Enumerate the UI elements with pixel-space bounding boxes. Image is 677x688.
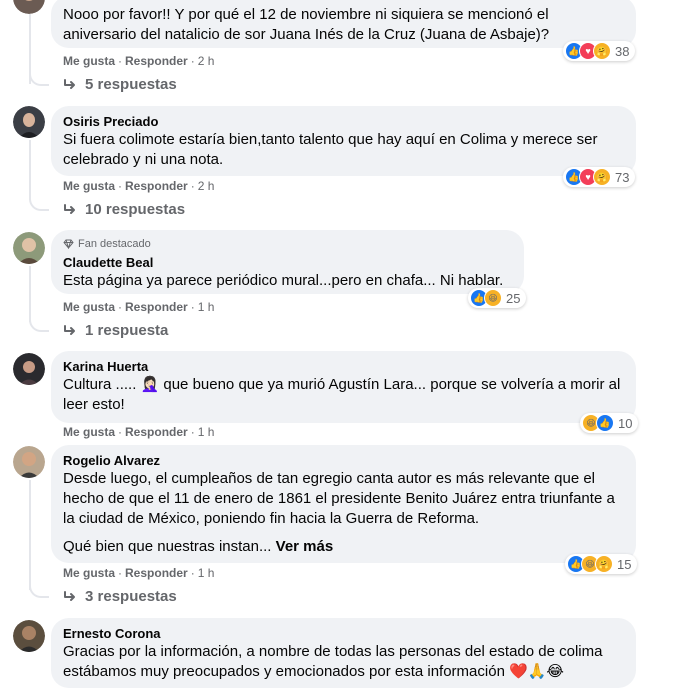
avatar[interactable] [13,232,45,264]
comment-actions: Me gusta · Responder · 2 h [63,178,214,194]
reaction-summary[interactable]: 👍 ♥ 🤗 73 [563,167,636,187]
like-reaction-icon: 👍 [596,414,614,432]
reaction-summary[interactable]: 👍 ♥ 🤗 38 [563,41,636,61]
comment-bubble: Ernesto Corona Gracias por la informació… [51,618,636,688]
view-replies-button[interactable]: 10 respuestas [63,200,185,220]
separator: · [118,179,123,193]
comment-author[interactable]: Osiris Preciado [63,114,624,130]
replies-count-label: 3 respuestas [85,588,177,605]
comment-bubble: Fan destacado Claudette Beal Esta página… [51,230,524,294]
avatar[interactable] [13,446,45,478]
care-reaction-icon: 🤗 [595,555,613,573]
replies-count-label: 10 respuestas [85,201,186,218]
reply-button[interactable]: Responder [125,300,188,314]
reply-arrow-icon [64,79,75,89]
timestamp[interactable]: 2 h [198,179,215,193]
separator: · [190,425,195,439]
comment-actions: Me gusta · Responder · 2 h [63,53,214,69]
comment-text: Desde luego, el cumpleaños de tan egregi… [63,470,615,527]
comment-actions: Me gusta · Responder · 1 h [63,424,214,440]
avatar[interactable] [13,620,45,652]
like-button[interactable]: Me gusta [63,179,115,193]
reaction-summary[interactable]: 👍 😆 🤗 15 [565,554,638,574]
reply-button[interactable]: Responder [125,179,188,193]
comment-actions: Me gusta · Responder · 1 h [63,565,214,581]
reaction-count: 73 [615,169,630,185]
timestamp[interactable]: 2 h [198,54,215,68]
thread-line [29,140,31,200]
fan-badge-label: Fan destacado [78,238,151,250]
thread-curve [29,318,49,332]
timestamp[interactable]: 1 h [198,566,215,580]
reply-arrow-icon [64,204,75,214]
thread-line [29,480,31,590]
separator: · [190,54,195,68]
avatar[interactable] [13,106,45,138]
comment-text: Cultura ..... 🤦🏻‍♀️ que bueno que ya mur… [63,376,621,413]
comment-author[interactable]: Ernesto Corona [63,626,624,642]
separator: · [118,425,123,439]
comment-author[interactable]: Claudette Beal [63,255,512,271]
like-button[interactable]: Me gusta [63,300,115,314]
comment-bubble: Karina Huerta Cultura ..... 🤦🏻‍♀️ que bu… [51,351,636,423]
reaction-count: 38 [615,43,630,59]
separator: · [190,179,195,193]
thread-curve [29,584,49,598]
care-reaction-icon: 🤗 [593,42,611,60]
comment-text: Nooo por favor!! Y por qué el 12 de novi… [63,6,550,43]
comment-text: Si fuera colimote estaría bien,tanto tal… [63,131,598,168]
haha-reaction-icon: 😆 [484,289,502,307]
replies-count-label: 1 respuesta [85,322,169,339]
reply-button[interactable]: Responder [125,425,188,439]
comment-text: Esta página ya parece periódico mural...… [63,272,504,289]
care-reaction-icon: 🤗 [593,168,611,186]
view-replies-button[interactable]: 3 respuestas [63,587,177,607]
separator: · [190,300,195,314]
comment-text: Gracias por la información, a nombre de … [63,643,603,680]
timestamp[interactable]: 1 h [198,300,215,314]
comment-bubble: Rogelio Alvarez Desde luego, el cumpleañ… [51,445,636,563]
reaction-summary[interactable]: 😆 👍 10 [580,413,639,433]
reaction-count: 10 [618,415,633,431]
replies-count-label: 5 respuestas [85,76,177,93]
view-replies-button[interactable]: 5 respuestas [63,75,177,95]
like-button[interactable]: Me gusta [63,54,115,68]
thread-curve [29,197,49,211]
diamond-icon [63,239,74,249]
comment-text-continued: Qué bien que nuestras instan... Ver más [63,537,624,557]
comment-actions: Me gusta · Responder · 1 h [63,299,214,315]
comment-author[interactable]: Karina Huerta [63,359,624,375]
reply-arrow-icon [64,325,75,335]
reply-button[interactable]: Responder [125,54,188,68]
reaction-summary[interactable]: 👍 😆 25 [468,288,527,308]
avatar[interactable] [13,353,45,385]
timestamp[interactable]: 1 h [198,425,215,439]
comment-author[interactable]: Rogelio Alvarez [63,453,624,469]
avatar[interactable] [13,0,45,14]
separator: · [118,300,123,314]
reaction-count: 15 [617,556,632,572]
see-more-link[interactable]: Ver más [276,538,334,555]
reply-arrow-icon [64,591,75,601]
reaction-count: 25 [506,290,521,306]
view-replies-button[interactable]: 1 respuesta [63,321,168,341]
separator: · [118,54,123,68]
like-button[interactable]: Me gusta [63,566,115,580]
truncated-text: Qué bien que nuestras instan... [63,538,272,555]
thread-line [29,266,31,322]
like-button[interactable]: Me gusta [63,425,115,439]
reply-button[interactable]: Responder [125,566,188,580]
separator: · [190,566,195,580]
comment-bubble: Osiris Preciado Si fuera colimote estarí… [51,106,636,176]
comment-bubble: Nooo por favor!! Y por qué el 12 de novi… [51,0,636,48]
separator: · [118,566,123,580]
thread-curve [29,72,49,86]
fan-badge: Fan destacado [63,237,512,251]
